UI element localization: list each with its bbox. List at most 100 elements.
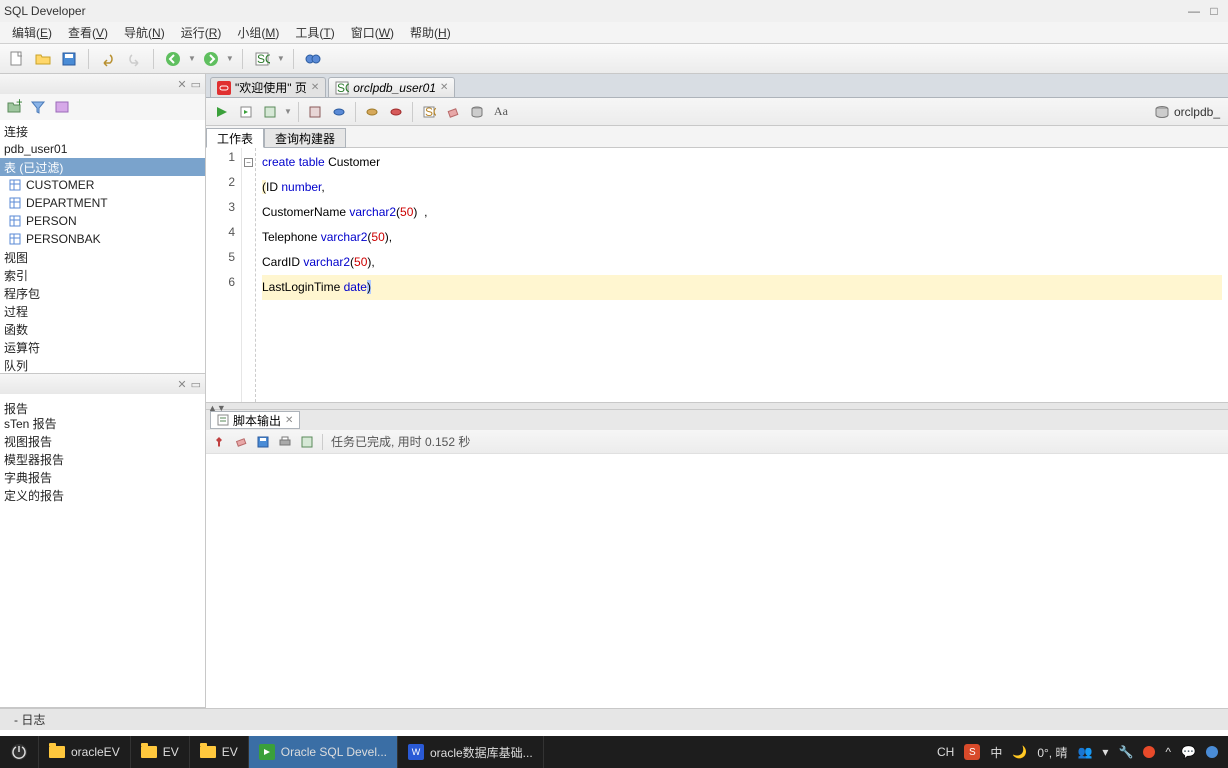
tree-node-table[interactable]: PERSON <box>0 212 205 230</box>
oracle-icon <box>259 744 275 760</box>
eraser-icon[interactable] <box>234 435 248 449</box>
menu-m[interactable]: 小组(M) <box>229 22 287 43</box>
tree-node[interactable]: 过程 <box>0 302 205 320</box>
taskbar-item[interactable]: EV <box>190 736 249 768</box>
menu-r[interactable]: 运行(R) <box>173 22 230 43</box>
menu-n[interactable]: 导航(N) <box>116 22 173 43</box>
tray-group-icon[interactable]: 👥 <box>1077 745 1092 759</box>
table-icon <box>8 178 22 192</box>
explain-plan-icon[interactable] <box>260 102 280 122</box>
run-script-icon[interactable] <box>236 102 256 122</box>
tree-node-tables-filtered[interactable]: 表 (已过滤) <box>0 158 205 176</box>
tree-node-report[interactable]: 报告 <box>0 396 205 414</box>
tree-node-report[interactable]: 定义的报告 <box>0 486 205 504</box>
code-content[interactable]: create table Customer(ID number,Customer… <box>256 148 1228 402</box>
tree-node[interactable]: 函数 <box>0 320 205 338</box>
tree-node-report[interactable]: 字典报告 <box>0 468 205 486</box>
tray-lang[interactable]: 中 <box>990 744 1002 761</box>
tree-node-table[interactable]: CUSTOMER <box>0 176 205 194</box>
schema-icon[interactable] <box>467 102 487 122</box>
output-tab-script[interactable]: 脚本输出 ✕ <box>210 411 300 429</box>
tray-up-icon[interactable]: ^ <box>1165 745 1171 759</box>
back-icon[interactable] <box>162 48 184 70</box>
editor-tab-welcome[interactable]: "欢迎使用" 页 ✕ <box>210 77 326 97</box>
menu-w[interactable]: 窗口(W) <box>343 22 402 43</box>
tree-node-report[interactable]: 模型器报告 <box>0 450 205 468</box>
case-icon[interactable]: Aa <box>491 102 511 122</box>
tray-ime[interactable]: CH <box>937 745 954 759</box>
open-icon[interactable] <box>32 48 54 70</box>
print-icon[interactable] <box>278 435 292 449</box>
commit-icon[interactable] <box>329 102 349 122</box>
fold-gutter[interactable]: − <box>242 148 256 402</box>
panel-close-icon[interactable]: ✕ <box>177 378 186 391</box>
tray-chevron-icon[interactable]: ▾ <box>1102 745 1108 759</box>
new-icon[interactable] <box>6 48 28 70</box>
menu-e[interactable]: 编辑(E) <box>4 22 60 43</box>
save-output-icon[interactable] <box>256 435 270 449</box>
menu-t[interactable]: 工具(T) <box>287 22 342 43</box>
tree-node[interactable]: 程序包 <box>0 284 205 302</box>
panel-close-icon[interactable]: ✕ <box>177 78 186 91</box>
subtab-worksheet[interactable]: 工作表 <box>206 128 264 148</box>
sql-worksheet-icon[interactable]: SQL <box>251 48 273 70</box>
refresh-icon[interactable] <box>54 99 70 115</box>
run-icon[interactable] <box>212 102 232 122</box>
subtab-querybuilder[interactable]: 查询构建器 <box>264 128 346 148</box>
tree-node[interactable]: 队列 <box>0 356 205 373</box>
tree-node-connection[interactable]: pdb_user01 <box>0 140 205 158</box>
tree-node-report[interactable]: sTen 报告 <box>0 414 205 432</box>
forward-icon[interactable] <box>200 48 222 70</box>
minimize-button[interactable]: — <box>1184 4 1204 18</box>
tray-weather[interactable]: 0°, 晴 <box>1037 744 1067 761</box>
tray-notif-icon[interactable] <box>1143 746 1155 758</box>
unshared-icon[interactable] <box>386 102 406 122</box>
autotrace-icon[interactable] <box>305 102 325 122</box>
tree-node[interactable]: 索引 <box>0 266 205 284</box>
undo-icon[interactable] <box>97 48 119 70</box>
sheet-icon[interactable] <box>300 435 314 449</box>
taskbar-item[interactable]: oracleEV <box>39 736 131 768</box>
taskbar-item[interactable]: EV <box>131 736 190 768</box>
editor-tab-worksheet[interactable]: SQL orclpdb_user01 ✕ <box>328 77 455 97</box>
system-tray[interactable]: CH S 中 🌙 0°, 晴 👥 ▾ 🔧 ^ 💬 <box>927 744 1228 761</box>
tray-blue-icon[interactable] <box>1206 746 1218 758</box>
tray-wrench-icon[interactable]: 🔧 <box>1118 745 1133 759</box>
connection-indicator[interactable]: orclpdb_ <box>1154 104 1222 120</box>
tree-node-table[interactable]: PERSONBAK <box>0 230 205 248</box>
dba-icon[interactable] <box>302 48 324 70</box>
sql-editor[interactable]: 123456 − create table Customer(ID number… <box>206 148 1228 402</box>
redo-icon[interactable] <box>123 48 145 70</box>
start-button[interactable] <box>0 736 39 768</box>
panel-minimize-icon[interactable]: ▭ <box>191 378 201 391</box>
menu-h[interactable]: 帮助(H) <box>402 22 459 43</box>
filter-icon[interactable] <box>30 99 46 115</box>
taskbar-item[interactable]: Woracle数据库基础... <box>398 736 544 768</box>
menu-v[interactable]: 查看(V) <box>60 22 116 43</box>
sql-history-icon[interactable]: SQL <box>419 102 439 122</box>
tree-node[interactable]: 视图 <box>0 248 205 266</box>
tree-node-table[interactable]: DEPARTMENT <box>0 194 205 212</box>
tree-node[interactable]: 运算符 <box>0 338 205 356</box>
clear-icon[interactable] <box>443 102 463 122</box>
tree-node-connections[interactable]: 连接 <box>0 122 205 140</box>
splitter[interactable]: ▲▼ <box>206 402 1228 410</box>
output-content[interactable] <box>206 454 1228 708</box>
rollback-icon[interactable] <box>362 102 382 122</box>
panel-minimize-icon[interactable]: ▭ <box>191 78 201 91</box>
tray-balloon-icon[interactable]: 💬 <box>1181 745 1196 759</box>
tab-close-icon[interactable]: ✕ <box>440 82 448 93</box>
tab-close-icon[interactable]: ✕ <box>285 415 293 426</box>
new-connection-icon[interactable]: + <box>6 99 22 115</box>
save-icon[interactable] <box>58 48 80 70</box>
reports-tree[interactable]: 报告sTen 报告视图报告模型器报告字典报告定义的报告 <box>0 394 205 707</box>
tree-node-report[interactable]: 视图报告 <box>0 432 205 450</box>
pin-icon[interactable] <box>212 435 226 449</box>
taskbar-item[interactable]: Oracle SQL Devel... <box>249 736 398 768</box>
sogou-icon[interactable]: S <box>964 744 980 760</box>
tab-close-icon[interactable]: ✕ <box>311 82 319 93</box>
app-title: SQL Developer <box>4 4 1184 18</box>
connections-tree[interactable]: 连接 pdb_user01 表 (已过滤) CUSTOMERDEPARTMENT… <box>0 120 205 373</box>
maximize-button[interactable]: □ <box>1204 4 1224 18</box>
bottom-tab-log[interactable]: - 日志 <box>6 711 53 728</box>
